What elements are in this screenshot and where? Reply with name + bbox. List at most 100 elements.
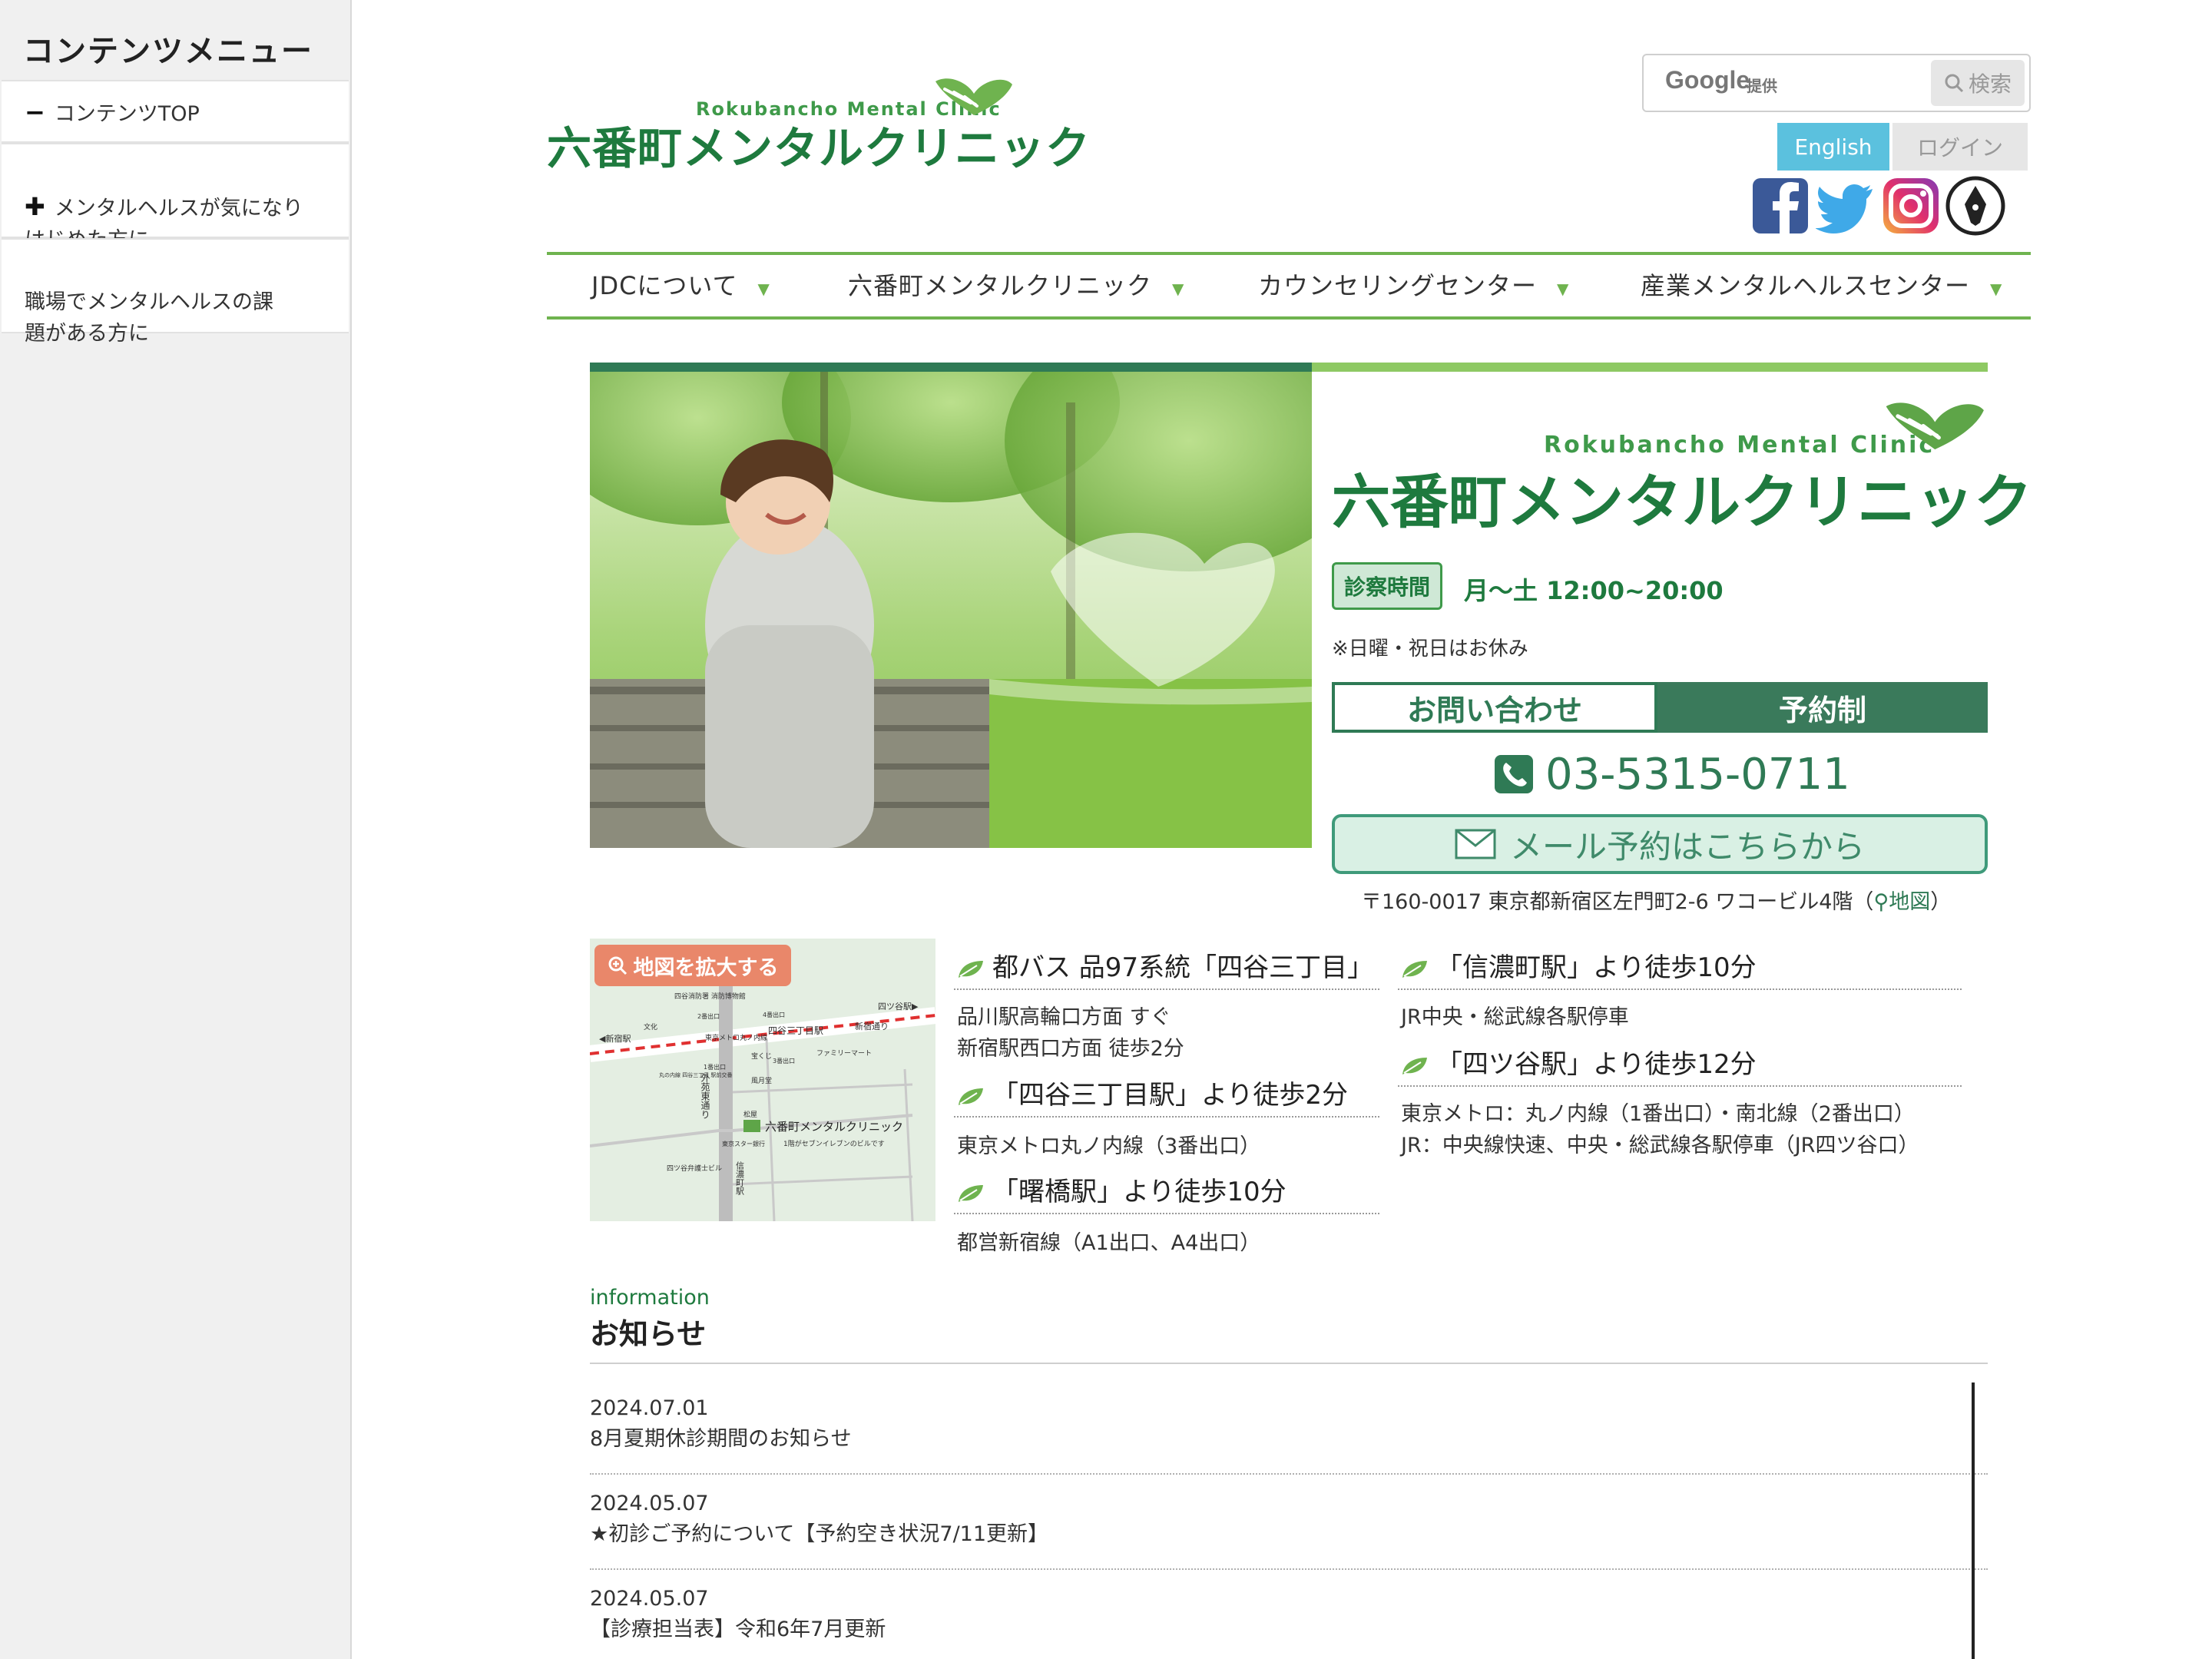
hero-photo-woman-in-park [590,372,1312,848]
map-label-station: 四谷三丁目駅 [768,1025,823,1036]
map-label-exit4: 4番出口 [763,1011,785,1018]
map-label-exit3: 3番出口 [773,1057,795,1065]
mail-reservation-button[interactable]: メール予約はこちらから [1332,814,1988,874]
news-date: 2024.07.01 [590,1396,709,1420]
map-label-bunka: 文化 [644,1022,657,1031]
instagram-icon[interactable] [1880,175,1942,237]
contact-label: お問い合わせ [1332,682,1657,733]
access-akebono-heading-text: 「曙橋駅」より徒歩10分 [992,1177,1286,1207]
english-button[interactable]: English [1777,123,1889,171]
phone-icon [1495,755,1533,793]
map-label-shinjuku: ◀新宿駅 [599,1033,631,1044]
access-bus-detail: 品川駅高輪口方面 すぐ 新宿駅西口方面 徒歩2分 [957,1005,1184,1061]
news-divider [590,1363,1988,1364]
search-icon [1945,74,1964,93]
hands-heart-logo-icon [1886,402,1984,450]
note-pen-icon[interactable] [1945,175,2006,237]
access-yotsuya-heading-text: 「四ツ谷駅」より徒歩12分 [1436,1049,1757,1080]
sidebar: コンテンツメニュー −コンテンツTOP ✚メンタルヘルスが気になり はじめた方に… [0,0,352,1659]
news-date: 2024.05.07 [590,1492,709,1515]
dropdown-triangle-icon: ▼ [1557,280,1570,298]
access-yotsuya-heading: 「四ツ谷駅」より徒歩12分 [1398,1043,1962,1087]
news-date: 2024.05.07 [590,1587,709,1611]
address-text: 〒160-0017 東京都新宿区左門町2-6 ワコービル4階（ [1361,890,1874,914]
access-bus-heading: 都バス 品97系統「四谷三丁目」 [954,946,1379,990]
map-pin-icon: ⚲ [1873,890,1889,914]
hours-note: ※日曜・祝日はお休み [1332,637,1528,661]
phone-number[interactable]: 03-5315-0711 [1495,743,1850,805]
map-zoom-button[interactable]: 地図を拡大する [594,945,791,986]
sidebar-item-mental-health-concern[interactable]: ✚メンタルヘルスが気になり はじめた方に [2,143,349,252]
map-label-exit1: 1番出口 [704,1063,726,1071]
nav-item-counseling[interactable]: カウンセリングセンター ▼ [1258,255,1569,316]
sidebar-item-label: 職場でメンタルヘルスの課 題がある方に [25,290,273,346]
hours-text: 月〜土 12:00~20:00 [1464,576,1724,605]
dropdown-triangle-icon: ▼ [1172,280,1185,298]
news-text: ★初診ご予約について【予約空き状況7/11更新】 [590,1522,1049,1546]
map-label-exit2: 2番出口 [697,1012,720,1020]
plus-icon: ✚ [25,192,45,221]
twitter-icon[interactable] [1816,175,1877,237]
hands-heart-logo-icon [935,78,1012,115]
map-label-fire: 四谷消防署 消防博物館 [674,992,746,1001]
envelope-icon [1455,829,1496,859]
nav-item-jdc[interactable]: JDCについて ▼ [591,255,770,316]
hours-badge: 診察時間 [1332,562,1442,610]
access-shinanomachi-detail: JR中央・総武線各駅停車 [1401,1005,1629,1029]
map-label-police: 丸の内線 四谷三丁目 駅前交番 [659,1071,732,1078]
address-close: ） [1930,890,1952,914]
news-item[interactable]: 2024.05.07 【診療担当表】令和6年7月更新 [590,1570,1988,1659]
access-shinanomachi-heading-text: 「信濃町駅」より徒歩10分 [1436,952,1757,983]
access-map[interactable]: 地図を拡大する ◀新宿駅 四ツ谷駅▶ 四谷三丁目駅 東京メトロ丸ノ内線 新宿通り… [590,939,935,1221]
nav-item-label: JDCについて [591,271,738,300]
nav-item-occupational[interactable]: 産業メンタルヘルスセンター ▼ [1641,255,2002,316]
leaf-icon [959,1088,983,1105]
sidebar-item-contents-top[interactable]: − コンテンツTOP [2,80,349,143]
minus-icon: − [25,98,45,127]
search-provided-label: 提供 [1747,77,1777,95]
map-label-shinjuku-dori: 新宿通り [855,1021,889,1031]
access-shinanomachi-heading: 「信濃町駅」より徒歩10分 [1398,946,1962,990]
nav-item-label: カウンセリングセンター [1258,271,1538,300]
leaf-icon [959,1184,983,1202]
leaf-icon [1402,1057,1427,1075]
mail-reservation-label: メール予約はこちらから [1509,827,1865,866]
map-link[interactable]: ⚲地図 [1873,890,1930,914]
access-yotsuya-detail: 東京メトロ：丸ノ内線（1番出口）・南北線（2番出口） JR：中央線快速、中央・総… [1401,1102,1919,1157]
map-zoom-label: 地図を拡大する [633,955,779,980]
news-scrollbar[interactable] [1972,1382,1975,1659]
nav-item-label: 六番町メンタルクリニック [848,271,1153,300]
dropdown-triangle-icon: ▼ [757,280,770,298]
hero-accent-bar-light [1312,363,1988,372]
access-akebono-heading: 「曙橋駅」より徒歩10分 [954,1171,1379,1214]
news-text: 【診療担当表】令和6年7月更新 [590,1618,886,1641]
login-button[interactable]: ログイン [1892,123,2028,171]
search-button[interactable]: 検索 [1931,60,2025,106]
sidebar-item-workplace-mental-health[interactable]: 職場でメンタルヘルスの課 題がある方に [2,238,349,346]
access-akebono-detail: 都営新宿線（A1出口、A4出口） [957,1231,1261,1255]
nav-item-clinic[interactable]: 六番町メンタルクリニック ▼ [848,255,1184,316]
access-bus-heading-text: 都バス 品97系統「四谷三丁目」 [992,952,1374,983]
phone-number-text: 03-5315-0711 [1545,749,1850,800]
news-item[interactable]: 2024.07.01 8月夏期休診期間のお知らせ [590,1379,1988,1475]
map-label-line: 東京メトロ丸ノ内線 [705,1033,767,1042]
map-label-matsuya: 松屋 [743,1110,757,1119]
news-title: お知らせ [590,1317,707,1351]
map-label-family: ファミリーマート [816,1050,872,1058]
map-link-label: 地図 [1889,890,1931,914]
search-input[interactable]: Google 提供 検索 [1642,54,2031,112]
reservation-label: 予約制 [1657,682,1988,733]
map-label-fuugetsu: 風月堂 [751,1076,772,1085]
map-label-note: 1階がセブンイレブンのビルです [783,1139,885,1148]
logo-title: 六番町メンタルクリニック [547,122,1091,174]
facebook-icon[interactable] [1751,175,1813,237]
access-yotsuya3-detail: 東京メトロ丸ノ内線（3番出口） [957,1134,1261,1158]
map-label-bank: 東京スター銀行 [722,1140,765,1147]
google-brand-label: Google [1665,66,1750,94]
hero-accent-bar-dark [590,363,1312,372]
sidebar-item-label: コンテンツTOP [54,102,200,126]
news-item[interactable]: 2024.05.07 ★初診ご予約について【予約空き状況7/11更新】 [590,1475,1988,1570]
news-label-en: information [590,1286,710,1310]
map-label-clinic: 六番町メンタルクリニック [765,1120,903,1134]
map-label-shinanomachi: 信濃町駅 [735,1161,745,1196]
